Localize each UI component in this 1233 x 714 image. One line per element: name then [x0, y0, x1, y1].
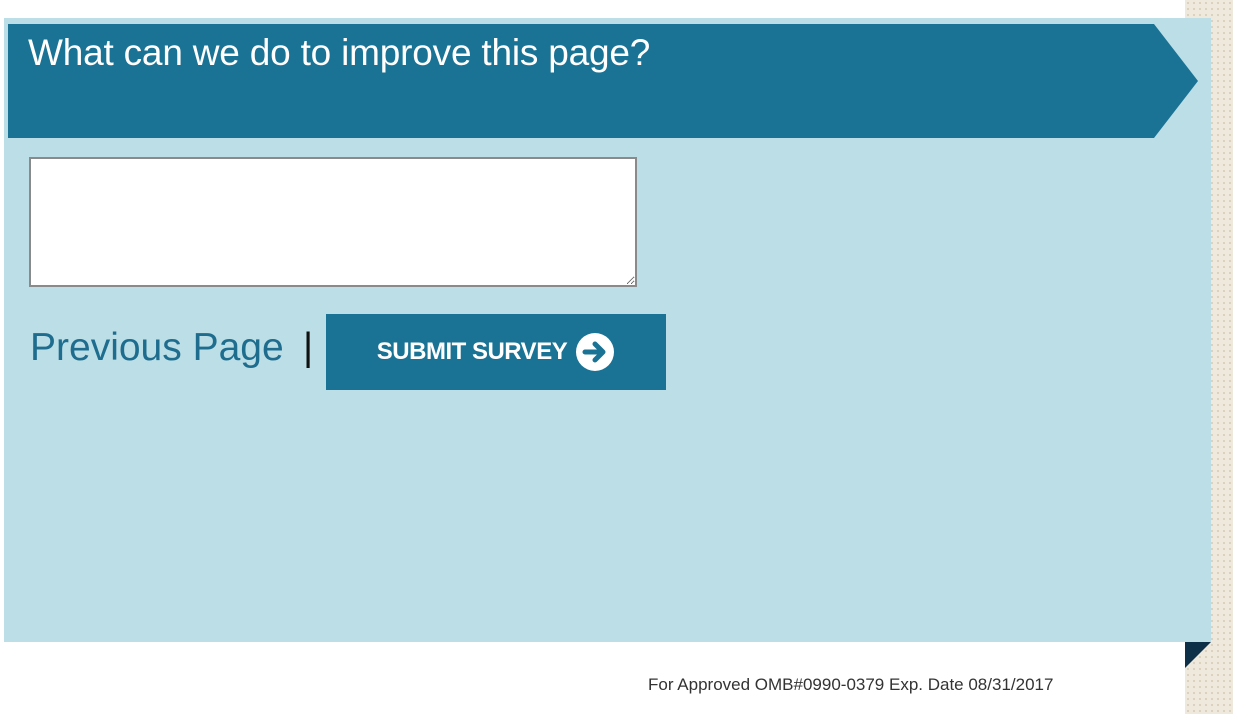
submit-survey-label: SUBMIT SURVEY: [376, 338, 568, 365]
survey-title: What can we do to improve this page?: [28, 32, 651, 73]
link-separator: |: [303, 326, 314, 369]
survey-banner: What can we do to improve this page?: [8, 24, 1198, 138]
omb-approval-note: For Approved OMB#0990-0379 Exp. Date 08/…: [648, 675, 1054, 694]
feedback-textarea[interactable]: [29, 157, 637, 287]
submit-survey-button[interactable]: SUBMIT SURVEY: [326, 314, 666, 390]
top-margin: [0, 0, 1185, 18]
previous-page-link[interactable]: Previous Page: [30, 323, 284, 373]
arrow-right-circle-icon: [575, 332, 615, 372]
